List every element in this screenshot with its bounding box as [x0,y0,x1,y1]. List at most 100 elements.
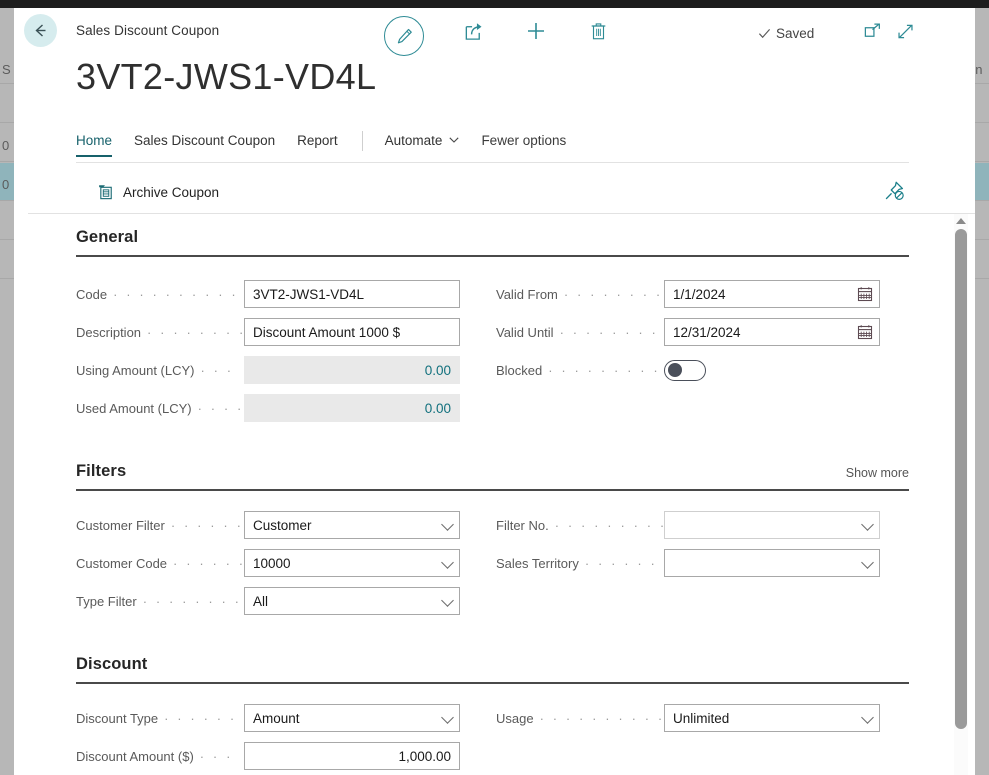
expand-button[interactable] [890,16,920,46]
action-bar: Archive Coupon [76,171,909,213]
field-used-amount-lcy: Used Amount (LCY) · · · · [76,394,460,422]
pencil-icon [397,28,412,43]
field-valid-until-label: Valid Until [496,324,554,340]
unpin-icon[interactable] [883,180,905,207]
label-dots: · · · · · · · · · · · · · · · [113,286,244,302]
field-code: Code · · · · · · · · · · · · · · · [76,280,460,308]
screen-root: S 0 0 on Sales Discount Coupon Saved 3VT… [0,0,989,775]
field-description-label: Description [76,324,142,340]
section-filters-rule [76,489,909,491]
valid-from-input[interactable] [664,280,880,308]
field-type-filter: Type Filter · · · · · · · · · · · [76,587,460,615]
toggle-knob [668,363,682,377]
field-discount-amount: Discount Amount ($) · · · [76,742,460,770]
tab-sales-discount-coupon[interactable]: Sales Discount Coupon [134,130,275,155]
label-dots: · · · · · · · · · · · · · [554,517,664,533]
tab-strip: Home Sales Discount Coupon Report Automa… [76,130,909,162]
label-dots: · · · · · · · · · · · · [563,286,664,302]
sales-territory-select[interactable] [664,549,880,577]
window-chrome-bar [0,0,989,8]
field-customer-filter-label: Customer Filter [76,517,165,533]
background-cell-text: 0 [2,177,10,192]
field-discount-type-label: Discount Type [76,710,159,726]
field-using-amount-lcy: Using Amount (LCY) · · · [76,356,460,384]
show-more-link[interactable]: Show more [846,466,909,480]
trash-icon [591,23,605,40]
scrollbar-thumb[interactable] [955,229,967,729]
tab-report[interactable]: Report [297,130,338,155]
label-dots: · · · · · · · · · · · · [147,324,244,340]
filter-no-select[interactable] [664,511,880,539]
field-blocked: Blocked · · · · · · · · · · · · · · [496,356,706,384]
section-general-title: General [76,228,139,246]
label-dots: · · · · · · · · [164,710,244,726]
field-customer-code: Customer Code · · · · · · · · [76,549,460,577]
check-icon [758,29,771,39]
background-cell-text: 0 [2,138,10,153]
background-cell-text: S [2,62,11,77]
archive-coupon-button[interactable]: Archive Coupon [76,184,219,201]
label-dots: · · · · [197,400,244,416]
tab-underline-rule [76,162,909,163]
section-filters: Filters Show more [76,462,909,491]
label-dots: · · · · · · · · · · · · · · [539,710,664,726]
field-filter-no: Filter No. · · · · · · · · · · · · · [496,511,880,539]
label-dots: · · · [200,362,234,378]
saved-status: Saved [758,26,814,41]
tab-home[interactable]: Home [76,130,113,157]
plus-icon [528,23,544,39]
field-using-amount-label: Using Amount (LCY) [76,362,195,378]
field-type-filter-label: Type Filter [76,593,137,609]
open-in-new-window-button[interactable] [857,16,887,46]
field-valid-until: Valid Until · · · · · · · · · · · · · [496,318,880,346]
edit-button[interactable] [384,16,424,56]
expand-arrow-icon [897,24,913,38]
field-usage-label: Usage [496,710,534,726]
field-customer-code-label: Customer Code [76,555,168,571]
section-discount: Discount [76,655,909,684]
field-code-label: Code [76,286,108,302]
valid-until-input[interactable] [664,318,880,346]
label-dots: · · · · · · · [170,517,244,533]
discount-type-select[interactable] [244,704,460,732]
field-sales-territory-label: Sales Territory [496,555,579,571]
vertical-scrollbar[interactable] [954,214,968,775]
section-filters-title: Filters [76,462,127,480]
label-dots: · · · · · · · · [584,555,664,571]
discount-amount-input[interactable] [244,742,460,770]
tab-separator [361,131,363,151]
field-used-amount-label: Used Amount (LCY) [76,400,192,416]
tab-automate[interactable]: Automate [385,130,460,155]
label-dots: · · · · · · · · · · · · · [559,324,664,340]
chevron-down-icon [449,137,460,143]
customer-code-select[interactable] [244,549,460,577]
archive-icon [99,184,112,199]
description-input[interactable] [244,318,460,346]
breadcrumb[interactable]: Sales Discount Coupon [76,23,219,38]
delete-button[interactable] [583,16,613,46]
field-description: Description · · · · · · · · · · · · [76,318,460,346]
section-discount-title: Discount [76,655,148,673]
open-new-window-icon [864,22,880,37]
section-discount-rule [76,682,909,684]
field-filter-no-label: Filter No. [496,517,549,533]
type-filter-select[interactable] [244,587,460,615]
share-button[interactable] [458,16,488,46]
usage-select[interactable] [664,704,880,732]
field-valid-from: Valid From · · · · · · · · · · · · [496,280,880,308]
code-input[interactable] [244,280,460,308]
field-usage: Usage · · · · · · · · · · · · · · [496,704,880,732]
field-discount-type: Discount Type · · · · · · · · [76,704,460,732]
customer-filter-select[interactable] [244,511,460,539]
blocked-toggle[interactable] [664,359,706,381]
page-title: 3VT2-JWS1-VD4L [76,56,377,97]
used-amount-value [244,394,460,422]
saved-label: Saved [776,26,815,41]
label-dots: · · · · · · · · · · · · · · [548,362,664,378]
using-amount-value [244,356,460,384]
form-content: General Code · · · · · · · · · · · · · ·… [14,214,975,775]
scroll-up-arrow[interactable] [956,218,966,224]
new-button[interactable] [521,16,551,46]
back-button[interactable] [24,14,57,47]
tab-fewer-options[interactable]: Fewer options [481,130,566,155]
